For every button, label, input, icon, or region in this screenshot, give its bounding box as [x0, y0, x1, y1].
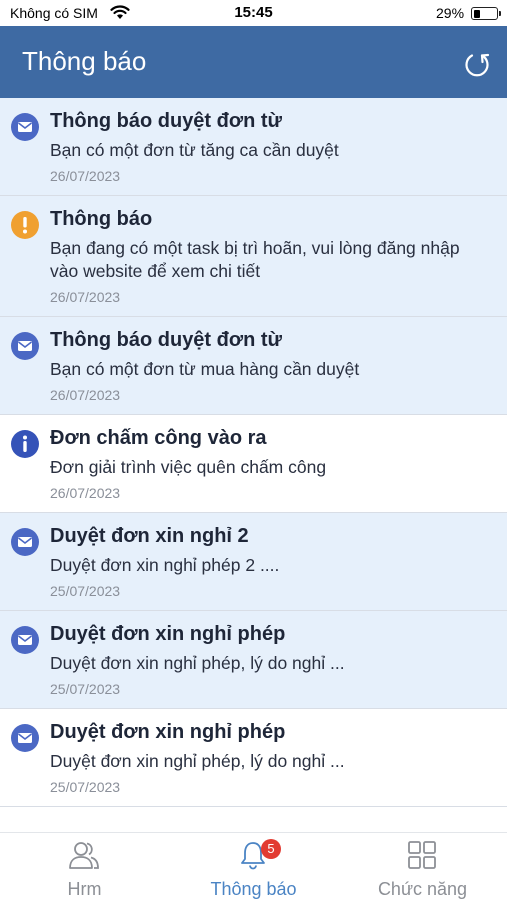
- notification-title: Thông báo: [50, 208, 153, 230]
- notification-item[interactable]: Thông báo Bạn đang có một task bị trì hoã…: [0, 196, 507, 317]
- notification-date: 25/07/2023: [50, 779, 121, 795]
- notification-body: Duyệt đơn xin nghỉ phép, lý do nghỉ ...: [50, 653, 345, 673]
- tab-label: Chức năng: [377, 879, 468, 899]
- notification-title: Thông báo duyệt đơn từ: [50, 329, 283, 351]
- people-icon: [69, 842, 99, 869]
- notification-body: Bạn có một đơn từ tăng ca cần duyệt: [50, 140, 339, 160]
- notification-item[interactable]: Duyệt đơn xin nghỉ 2 Duyệt đơn xin nghỉ p…: [0, 513, 507, 611]
- battery-percent: 29%: [436, 5, 465, 21]
- notification-title: Duyệt đơn xin nghỉ phép: [50, 623, 286, 645]
- clock: 15:45: [234, 4, 273, 21]
- notification-item[interactable]: Thông báo duyệt đơn từ Bạn có một đơn từ …: [0, 317, 507, 415]
- tab-label: Thông báo: [210, 879, 297, 899]
- status-bar: Không có SIM 15:45 29%: [0, 0, 507, 26]
- info-icon: [11, 430, 39, 458]
- mail-icon: [11, 113, 39, 141]
- warning-icon: [11, 211, 39, 239]
- notification-body: Duyệt đơn xin nghỉ phép 2 ....: [50, 555, 280, 575]
- grid-icon: [408, 841, 436, 869]
- page-title: Thông báo: [22, 46, 147, 76]
- notification-item[interactable]: Duyệt đơn xin nghỉ phép Duyệt đơn xin ngh…: [0, 709, 507, 807]
- tab-bar: Hrm 5 Thông báo Chức năng: [0, 832, 507, 900]
- notification-body: Đơn giải trình việc quên chấm công: [50, 457, 327, 477]
- refresh-icon[interactable]: [462, 49, 492, 79]
- battery-tip: [499, 11, 501, 16]
- notification-date: 26/07/2023: [50, 168, 121, 184]
- mail-icon: [11, 724, 39, 752]
- battery-icon: [471, 7, 498, 20]
- notification-body: Bạn có một đơn từ mua hàng cần duyệt: [50, 359, 360, 379]
- mail-icon: [11, 332, 39, 360]
- tab-label: Hrm: [67, 879, 102, 899]
- notification-body: Duyệt đơn xin nghỉ phép, lý do nghỉ ...: [50, 751, 345, 771]
- notification-date: 26/07/2023: [50, 387, 121, 403]
- notification-item[interactable]: Thông báo duyệt đơn từ Bạn có một đơn từ …: [0, 98, 507, 196]
- nav-header: Thông báo: [0, 26, 507, 98]
- mail-icon: [11, 626, 39, 654]
- notification-list[interactable]: Thông báo duyệt đơn từ Bạn có một đơn từ …: [0, 98, 507, 832]
- notification-badge: 5: [261, 839, 281, 859]
- notification-title: Duyệt đơn xin nghỉ 2: [50, 525, 249, 547]
- notification-title: Đơn chấm công vào ra: [50, 427, 267, 449]
- tab-hrm[interactable]: Hrm: [0, 833, 169, 900]
- notification-title: Duyệt đơn xin nghỉ phép: [50, 721, 286, 743]
- mail-icon: [11, 528, 39, 556]
- notification-item[interactable]: Đơn chấm công vào ra Đơn giải trình việc …: [0, 415, 507, 513]
- notification-date: 26/07/2023: [50, 485, 121, 501]
- notification-item[interactable]: Duyệt đơn xin nghỉ phép Duyệt đơn xin ngh…: [0, 611, 507, 709]
- tab-notifications[interactable]: 5 Thông báo: [169, 833, 338, 900]
- battery-level: [473, 9, 480, 18]
- notification-date: 26/07/2023: [50, 289, 121, 305]
- notification-body: Bạn đang có một task bị trì hoãn, vui lò…: [50, 238, 460, 281]
- notification-date: 25/07/2023: [50, 681, 121, 697]
- notification-date: 25/07/2023: [50, 583, 121, 599]
- notification-title: Thông báo duyệt đơn từ: [50, 110, 283, 132]
- tab-functions[interactable]: Chức năng: [338, 833, 507, 900]
